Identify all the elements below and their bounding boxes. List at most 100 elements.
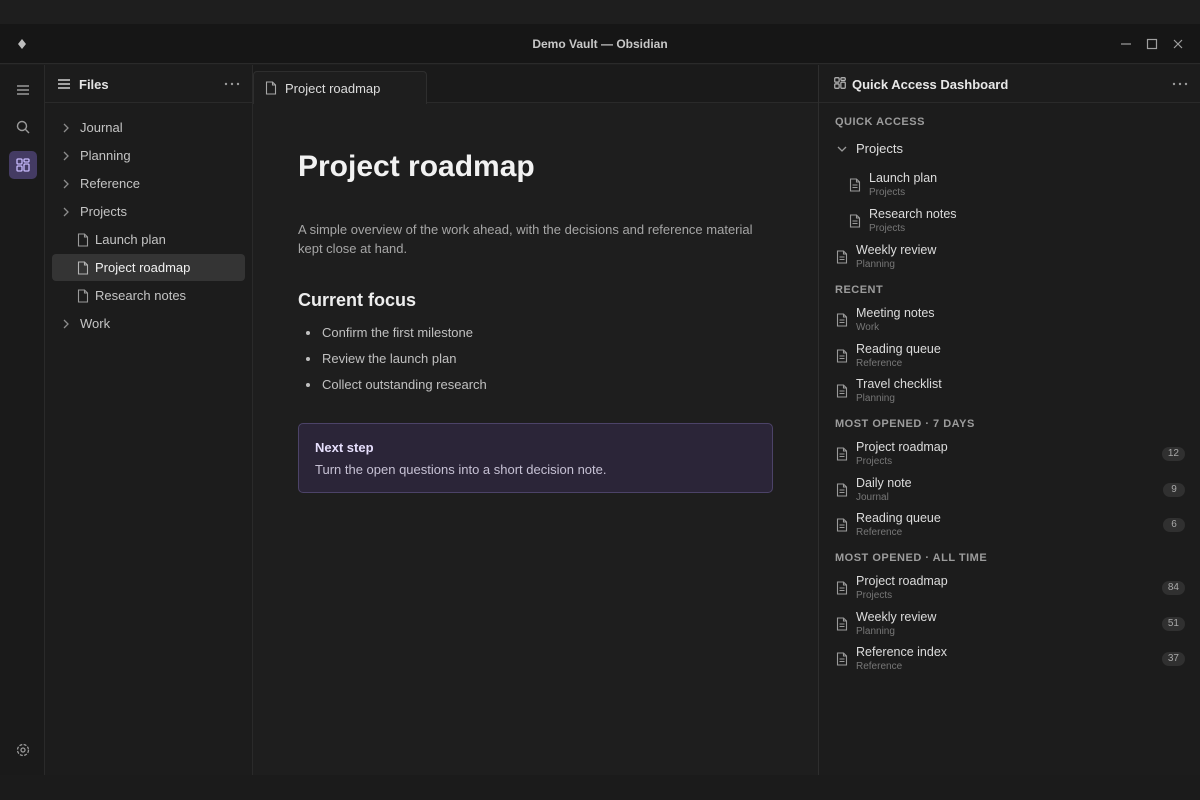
maximize-icon[interactable] <box>1144 36 1160 52</box>
tree-file-launch-plan[interactable]: Launch plan <box>52 226 245 253</box>
search-icon <box>16 120 30 134</box>
list-item[interactable]: Launch plan Projects <box>849 169 1185 201</box>
group-projects[interactable]: Projects <box>835 141 903 156</box>
settings-button[interactable] <box>9 736 37 764</box>
note-intro: A simple overview of the work ahead, wit… <box>298 222 753 256</box>
section-label-most-opened-7-days: MOST OPENED · 7 DAYS <box>835 418 975 430</box>
count-badge: 12 <box>1161 447 1185 461</box>
toggle-sidebar-button[interactable] <box>9 76 37 104</box>
section-label-quick-access: QUICK ACCESS <box>835 116 925 128</box>
dashboard-button[interactable] <box>9 151 37 179</box>
minimize-icon[interactable] <box>1118 36 1134 52</box>
dashboard-header: Quick Access Dashboard <box>819 65 1200 103</box>
chevron-right-icon <box>61 179 71 189</box>
tree-folder-planning[interactable]: Planning <box>52 142 245 169</box>
tree-folder-journal[interactable]: Journal <box>52 114 245 141</box>
count-badge: 9 <box>1163 483 1185 497</box>
list-item[interactable]: Daily note Journal 9 <box>836 474 1200 506</box>
file-icon <box>836 483 848 497</box>
list-item: Collect outstanding research <box>306 377 487 392</box>
file-explorer: Files Journal Planning Reference Project… <box>45 65 253 775</box>
item-folder: Reference <box>856 358 903 369</box>
file-icon <box>849 178 861 192</box>
item-folder: Planning <box>856 259 895 270</box>
title-bar: Demo Vault — Obsidian <box>0 24 1200 64</box>
item-name: Travel checklist <box>856 377 942 391</box>
file-icon <box>836 250 848 264</box>
tree-item-label: Journal <box>80 120 123 135</box>
file-icon <box>836 384 848 398</box>
item-folder: Projects <box>856 456 893 467</box>
count-badge: 37 <box>1161 652 1185 666</box>
status-bar <box>0 775 1200 800</box>
file-icon <box>77 260 89 275</box>
tree-file-research-notes[interactable]: Research notes <box>52 282 245 309</box>
more-options-icon[interactable] <box>1170 76 1190 92</box>
chevron-right-icon <box>61 207 71 217</box>
note-title: Project roadmap <box>298 150 535 183</box>
item-name: Reading queue <box>856 511 941 525</box>
list-item: Confirm the first milestone <box>306 325 473 340</box>
item-name: Reference index <box>856 645 948 659</box>
list-item[interactable]: Reference index Reference 37 <box>836 643 1200 675</box>
item-name: Weekly review <box>856 610 937 624</box>
item-folder: Reference <box>856 661 903 672</box>
count-badge: 84 <box>1161 581 1185 595</box>
item-name: Daily note <box>856 476 912 490</box>
list-item[interactable]: Weekly review Planning <box>836 241 1185 273</box>
more-options-icon[interactable] <box>222 76 242 92</box>
window-title: Demo Vault — Obsidian <box>532 37 668 51</box>
dashboard-icon <box>16 158 30 172</box>
item-folder: Journal <box>856 492 889 503</box>
gear-icon <box>16 743 30 757</box>
item-name: Project roadmap <box>856 574 948 588</box>
list-item[interactable]: Reading queue Reference 6 <box>836 509 1200 541</box>
item-folder: Projects <box>856 590 893 601</box>
tree-folder-projects[interactable]: Projects <box>52 198 245 225</box>
tree-folder-work[interactable]: Work <box>52 310 245 337</box>
file-icon <box>836 617 848 631</box>
chevron-right-icon <box>61 123 71 133</box>
item-folder: Planning <box>856 393 895 404</box>
file-explorer-header: Files <box>45 65 253 103</box>
file-icon <box>836 518 848 532</box>
list-item[interactable]: Travel checklist Planning <box>836 375 1185 407</box>
callout-text: Turn the open questions into a short dec… <box>315 462 607 477</box>
callout: Next step Turn the open questions into a… <box>298 423 773 493</box>
tab-project-roadmap[interactable]: Project roadmap <box>253 71 427 104</box>
tree-item-label: Research notes <box>95 288 187 303</box>
tree-item-label: Project roadmap <box>95 260 191 275</box>
dashboard-title: Quick Access Dashboard <box>852 77 1009 92</box>
tree-file-project-roadmap[interactable]: Project roadmap <box>52 254 245 281</box>
list-item[interactable]: Project roadmap Projects 12 <box>836 438 1200 470</box>
menu-icon[interactable] <box>57 77 71 91</box>
callout-title: Next step <box>315 440 374 455</box>
tree-folder-reference[interactable]: Reference <box>52 170 245 197</box>
item-name: Project roadmap <box>856 440 948 454</box>
item-name: Launch plan <box>869 171 938 185</box>
list-item[interactable]: Weekly review Planning 51 <box>836 608 1200 640</box>
search-button[interactable] <box>9 113 37 141</box>
list-item[interactable]: Research notes Projects <box>849 205 1185 237</box>
list-item[interactable]: Meeting notes Work <box>836 304 1185 336</box>
editor-pane: Project roadmap Project roadmap A simple… <box>253 65 818 775</box>
list-item: Review the launch plan <box>306 351 456 366</box>
item-name: Reading queue <box>856 342 941 356</box>
quick-access-dashboard: Quick Access Dashboard QUICK ACCESS Proj… <box>818 65 1200 775</box>
dashboard-icon <box>833 76 847 90</box>
count-badge: 6 <box>1163 518 1185 532</box>
item-name: Research notes <box>869 207 957 221</box>
close-icon[interactable] <box>1170 36 1186 52</box>
count-badge: 51 <box>1161 617 1185 631</box>
list-item[interactable]: Reading queue Reference <box>836 340 1185 372</box>
file-icon <box>77 288 89 303</box>
chevron-right-icon <box>61 319 71 329</box>
tab-label: Project roadmap <box>285 80 381 96</box>
file-explorer-title: Files <box>79 77 109 92</box>
tree-item-label: Launch plan <box>95 232 166 247</box>
tree-item-label: Reference <box>80 176 140 191</box>
list-item[interactable]: Project roadmap Projects 84 <box>836 572 1200 604</box>
chevron-down-icon <box>835 146 849 152</box>
section-label-most-opened-all-time: MOST OPENED · ALL TIME <box>835 552 988 564</box>
menu-icon <box>17 85 29 95</box>
